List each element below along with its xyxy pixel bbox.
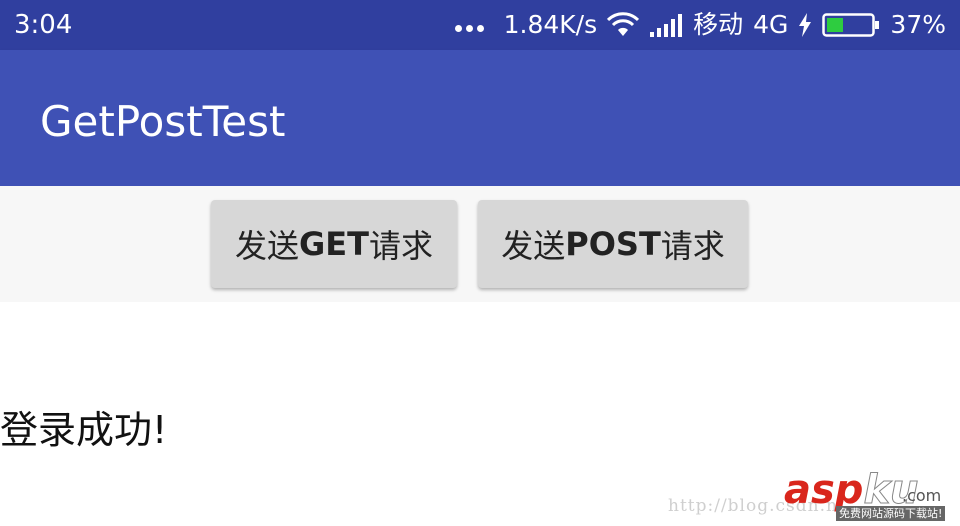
battery-level-fill bbox=[827, 18, 844, 32]
app-bar: GetPostTest bbox=[0, 50, 960, 186]
battery-icon bbox=[822, 13, 880, 37]
net-speed: 1.84K/s bbox=[503, 10, 598, 39]
logo-subtitle: 免费网站源码下载站! bbox=[836, 506, 946, 521]
post-button-method: POST bbox=[565, 225, 661, 263]
android-screen: 3:04 1.84K/s 移动 4G 37% GetPostTest 发送 GE… bbox=[0, 0, 960, 526]
network-type: 4G bbox=[753, 10, 789, 39]
status-time: 3:04 bbox=[14, 10, 73, 40]
carrier-name: 移动 bbox=[693, 10, 744, 39]
wifi-icon bbox=[607, 12, 640, 36]
get-button-suffix: 请求 bbox=[368, 227, 433, 265]
button-strip: 发送 GET 请求 发送 POST 请求 bbox=[0, 186, 960, 302]
signal-icon bbox=[650, 14, 683, 37]
get-button-method: GET bbox=[299, 225, 369, 263]
post-button-suffix: 请求 bbox=[660, 227, 725, 265]
charging-icon bbox=[799, 13, 812, 37]
send-post-request-button[interactable]: 发送 POST 请求 bbox=[478, 200, 748, 288]
app-title: GetPostTest bbox=[40, 97, 286, 146]
logo-com: .com bbox=[902, 486, 942, 505]
post-button-prefix: 发送 bbox=[501, 227, 566, 265]
send-get-request-button[interactable]: 发送 GET 请求 bbox=[211, 200, 457, 288]
status-indicators: 1.84K/s 移动 4G 37% bbox=[454, 8, 946, 42]
battery-percent: 37% bbox=[890, 10, 946, 39]
get-button-prefix: 发送 bbox=[235, 227, 300, 265]
result-text: 登录成功! bbox=[0, 408, 168, 452]
watermark-logo: aspku .com 免费网站源码下载站! bbox=[784, 468, 954, 524]
status-bar: 3:04 1.84K/s 移动 4G 37% bbox=[0, 0, 960, 50]
more-dots-icon bbox=[454, 19, 484, 32]
